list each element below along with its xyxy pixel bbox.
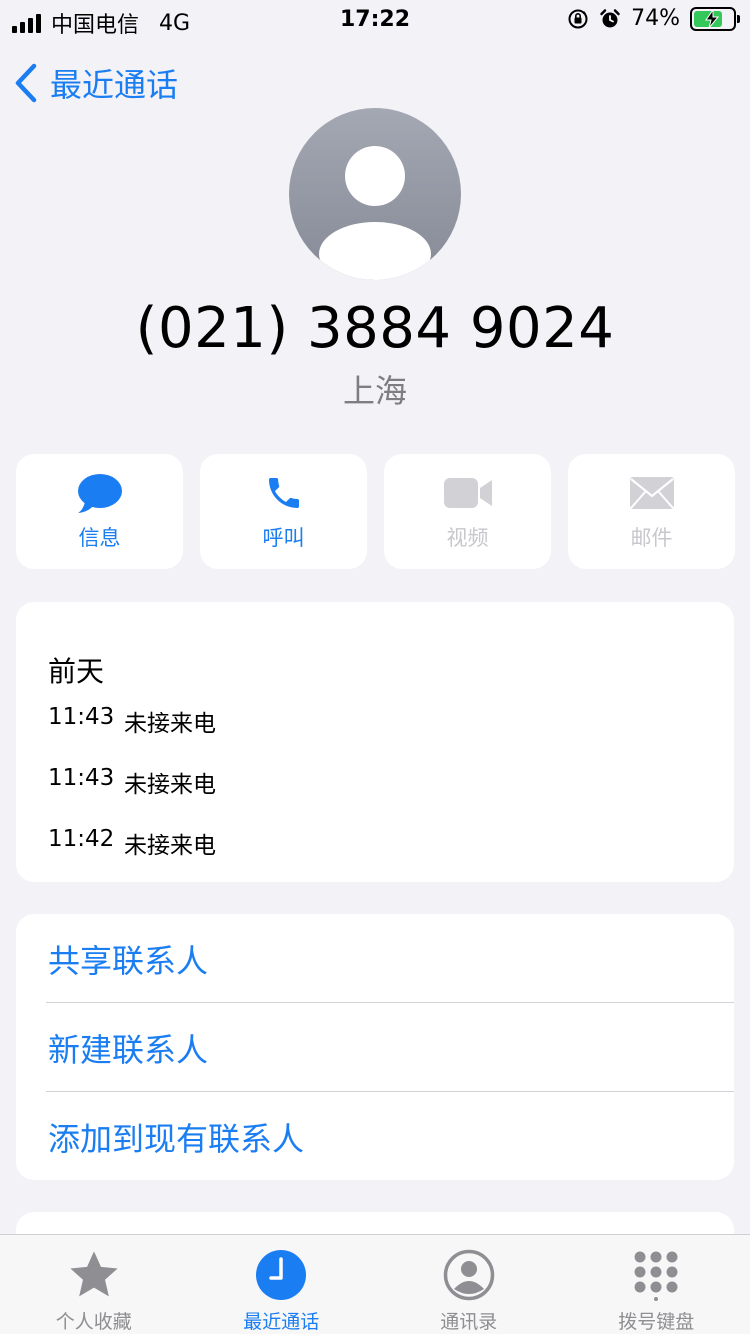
keypad-icon [634,1251,678,1301]
video-label: 视频 [446,525,489,550]
status-bar: 中国电信 4G 17:22 74% [0,0,750,40]
mail-label: 邮件 [630,525,673,550]
phone-screen: 中国电信 4G 17:22 74% 最近通话 (021) 3884 9024 上… [0,0,750,1334]
call-history-card: 前天 11:43 未接来电 11:43 未接来电 11:42 未接来电 [16,602,734,882]
tab-label: 最近通话 [243,1311,320,1333]
call-time: 11:42 [48,826,115,852]
video-icon [443,477,492,508]
share-contact-button[interactable]: 共享联系人 [48,914,734,1003]
status-bar-right: 74% [567,6,740,31]
clock-icon [256,1250,307,1300]
tab-recents[interactable]: 最近通话 [188,1235,376,1334]
tab-keypad[interactable]: 拨号键盘 [563,1235,750,1334]
caller-location: 上海 [342,372,407,410]
contact-options-card: 共享联系人 新建联系人 添加到现有联系人 [16,914,734,1180]
call-type: 未接来电 [124,833,216,859]
quick-actions: 信息 呼叫 视频 邮件 [16,454,735,569]
call-type: 未接来电 [124,711,216,737]
new-contact-button[interactable]: 新建联系人 [48,1003,734,1092]
call-button[interactable]: 呼叫 [200,454,367,569]
person-silhouette-icon [319,146,431,280]
contact-avatar [289,108,461,280]
tab-favorites[interactable]: 个人收藏 [0,1235,188,1334]
battery-icon [690,6,740,31]
contacts-icon [443,1249,494,1301]
call-time: 11:43 [48,704,115,730]
star-icon [70,1251,118,1297]
call-history-row: 11:42 未接来电 [48,826,216,860]
add-to-existing-contact-button[interactable]: 添加到现有联系人 [48,1092,734,1181]
video-button[interactable]: 视频 [384,454,551,569]
chevron-left-icon [15,63,37,103]
message-button[interactable]: 信息 [16,454,183,569]
mail-button[interactable]: 邮件 [568,454,735,569]
call-history-row: 11:43 未接来电 [48,704,216,738]
back-button[interactable]: 最近通话 [14,60,178,106]
orientation-lock-icon [568,9,588,28]
mail-icon [629,476,674,509]
back-label: 最近通话 [50,66,179,104]
call-time: 11:43 [48,765,115,791]
phone-number: (021) 3884 9024 [135,296,615,361]
call-type: 未接来电 [124,772,216,798]
tab-contacts[interactable]: 通讯录 [375,1235,563,1334]
call-label: 呼叫 [262,525,305,550]
tab-bar: 个人收藏 最近通话 通讯录 拨号键盘 [0,1234,750,1334]
tab-label: 个人收藏 [55,1311,132,1333]
phone-icon [268,477,299,508]
call-history-date: 前天 [48,655,105,688]
message-icon [77,473,122,513]
charging-bolt-icon [705,9,720,28]
call-history-row: 11:43 未接来电 [48,765,216,799]
alarm-icon [600,8,620,27]
battery-percent: 74% [631,6,680,31]
message-label: 信息 [78,525,121,550]
tab-label: 通讯录 [440,1311,498,1333]
tab-label: 拨号键盘 [618,1311,695,1333]
